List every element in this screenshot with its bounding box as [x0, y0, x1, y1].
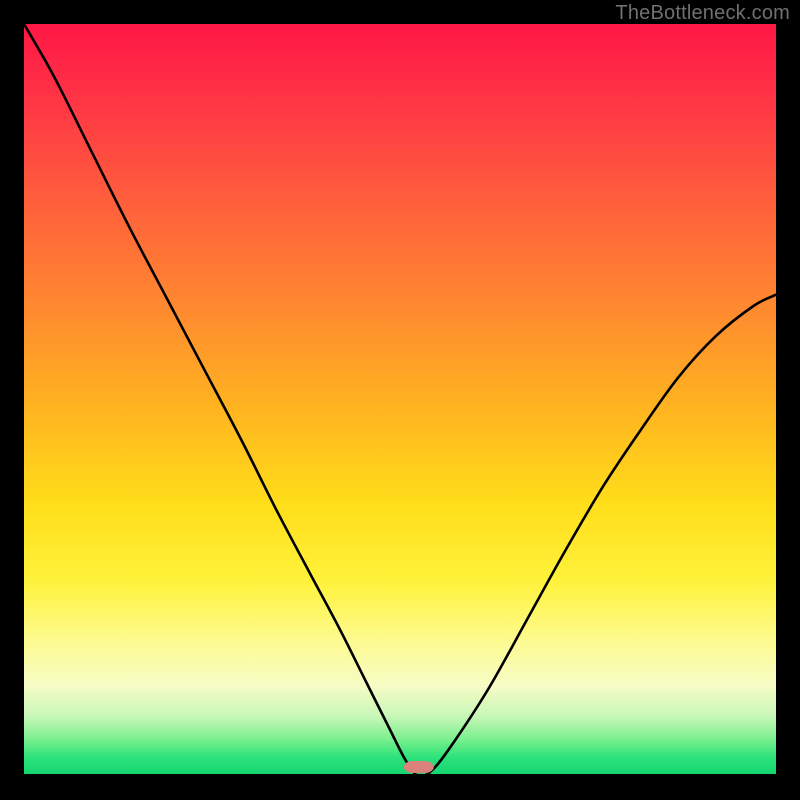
plot-area	[24, 24, 776, 776]
optimal-marker	[24, 24, 776, 776]
watermark-text: TheBottleneck.com	[615, 2, 790, 25]
chart-frame: TheBottleneck.com	[0, 0, 800, 800]
